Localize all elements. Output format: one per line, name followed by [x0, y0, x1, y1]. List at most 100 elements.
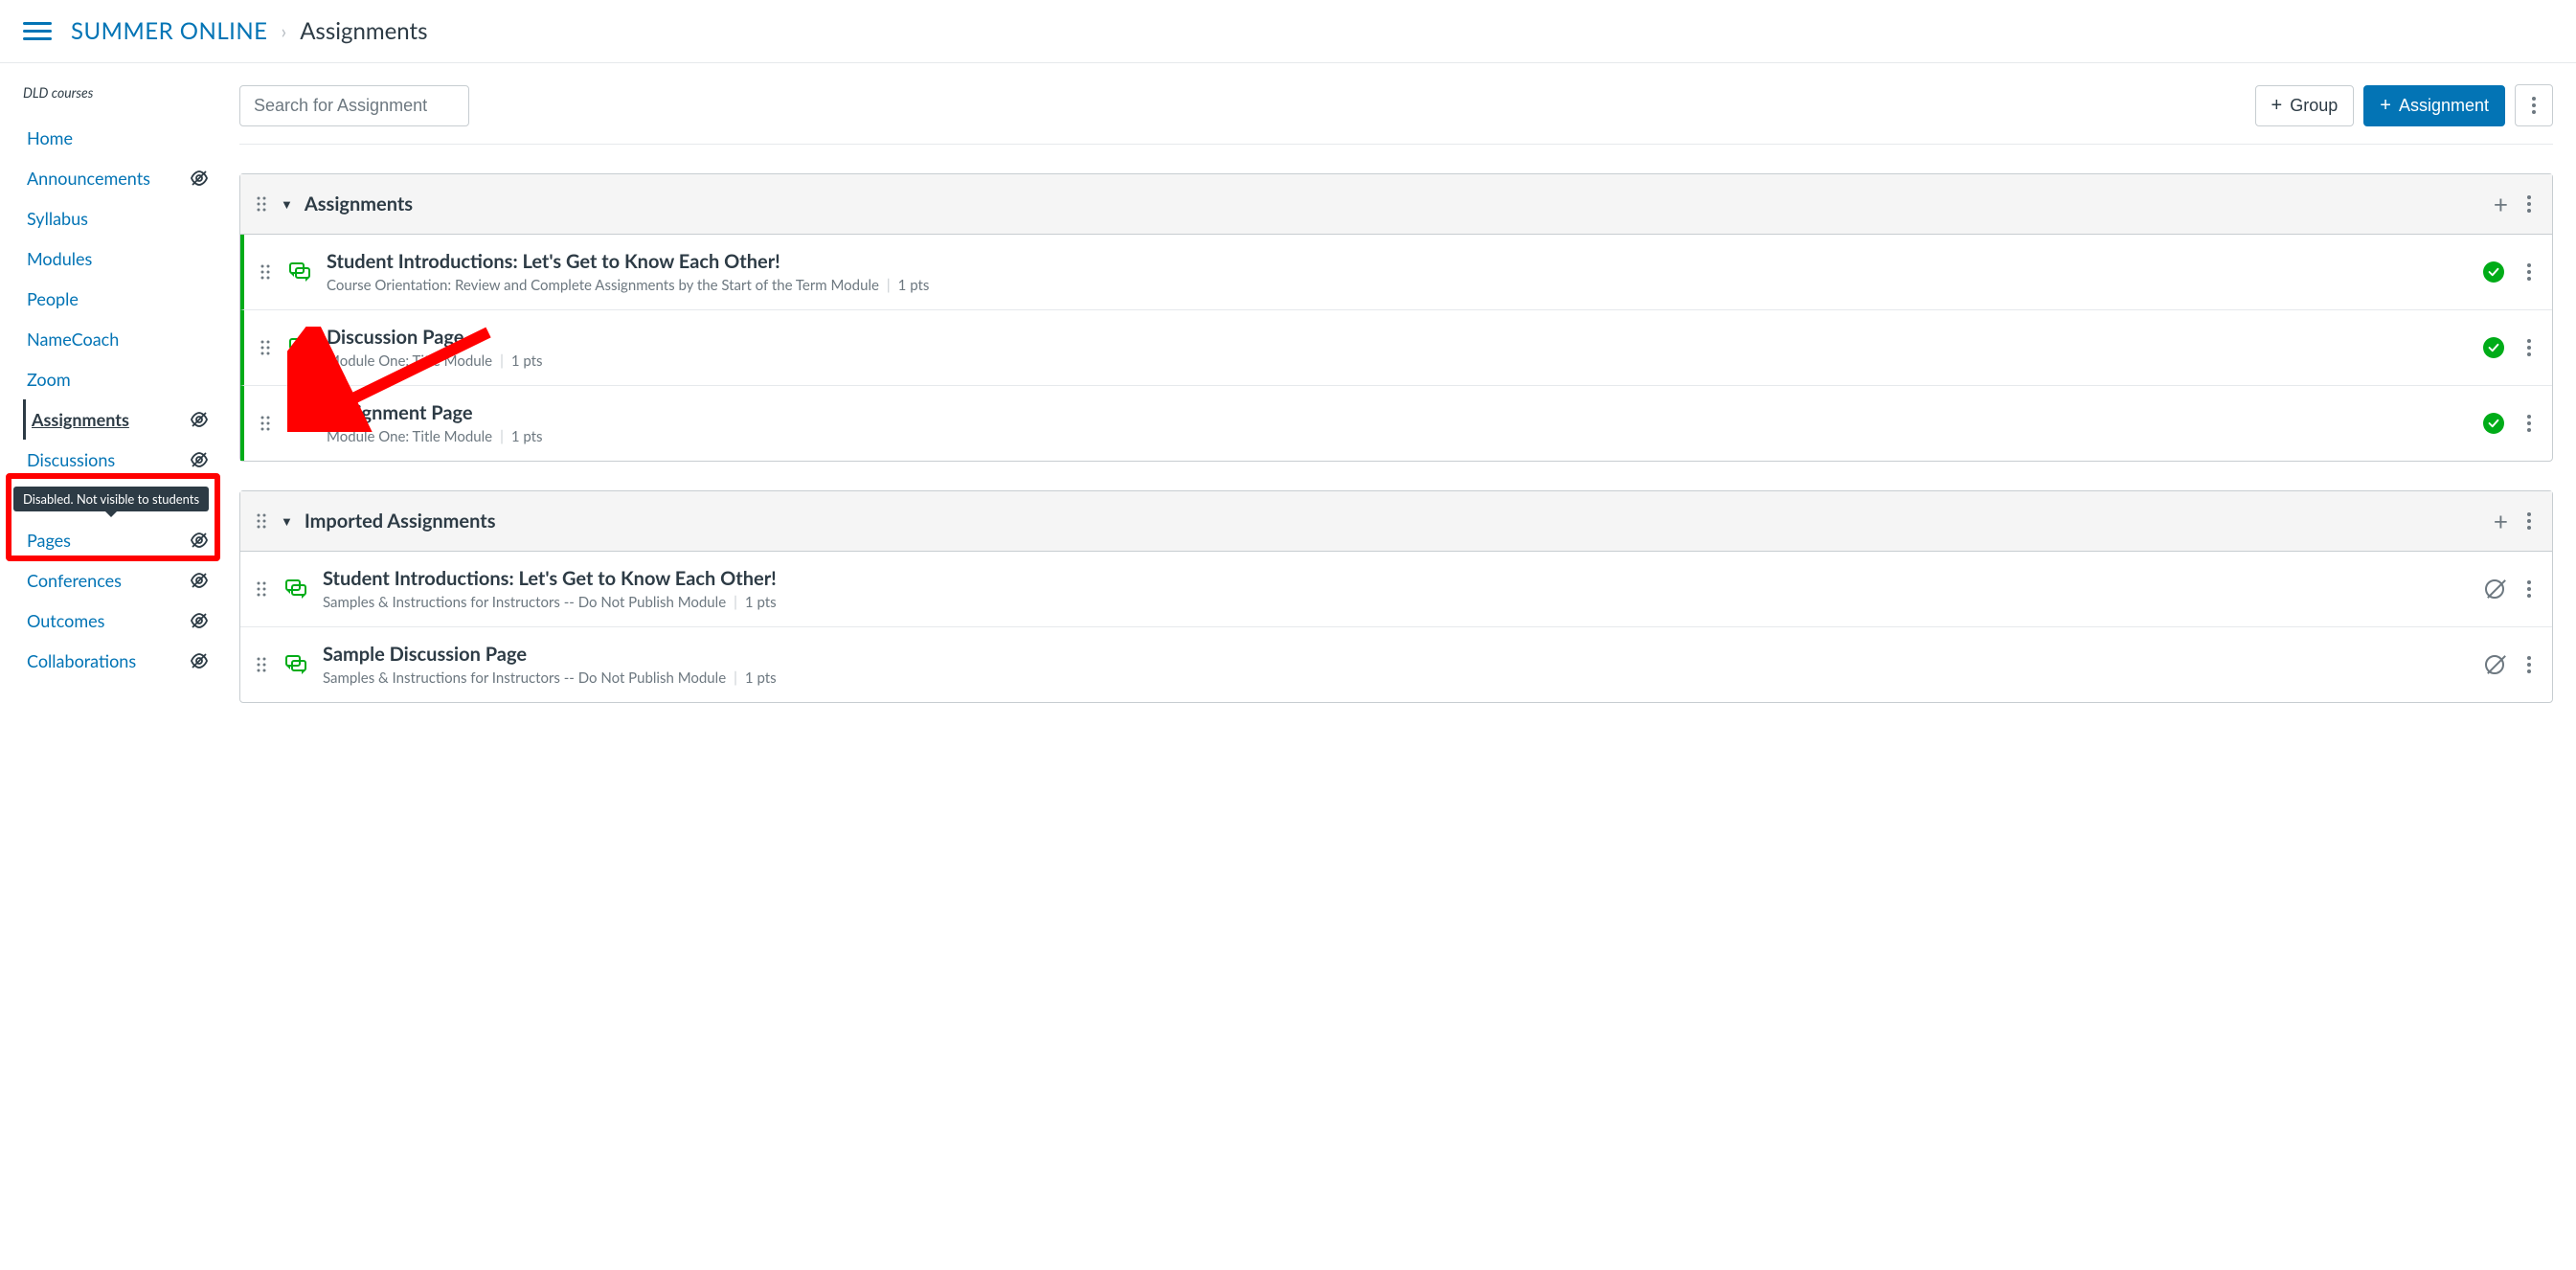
discussion-icon — [288, 336, 311, 359]
discussion-icon — [288, 261, 311, 283]
drag-handle-icon[interactable] — [258, 338, 273, 357]
published-icon[interactable] — [2483, 413, 2504, 434]
sidebar-item-link[interactable]: Conferences — [27, 570, 122, 591]
assignment-item[interactable]: Student Introductions: Let's Get to Know… — [240, 235, 2552, 310]
drag-handle-icon[interactable] — [254, 579, 269, 599]
search-input[interactable] — [239, 85, 469, 126]
item-points: 1 pts — [745, 669, 777, 687]
sidebar-item-home[interactable]: Home — [23, 118, 232, 158]
hidden-icon — [190, 450, 209, 469]
group-title: Imported Assignments — [305, 510, 496, 533]
item-title[interactable]: Student Introductions: Let's Get to Know… — [323, 567, 2470, 590]
sidebar-item-link[interactable]: NameCoach — [27, 329, 119, 350]
publish-toggle[interactable] — [2483, 261, 2504, 283]
sidebar-item-collaborations[interactable]: Collaborations — [23, 641, 232, 681]
assignment-item[interactable]: Student Introductions: Let's Get to Know… — [240, 552, 2552, 627]
item-title[interactable]: Discussion Page — [327, 326, 2468, 349]
add-assignment-button[interactable]: + Assignment — [2363, 85, 2505, 126]
item-module: Course Orientation: Review and Complete … — [327, 277, 879, 294]
add-item-button[interactable]: + — [2494, 509, 2508, 533]
hamburger-menu-button[interactable] — [23, 22, 52, 40]
hidden-icon — [190, 571, 209, 590]
sidebar-item-link[interactable]: Pages — [27, 530, 71, 551]
assignment-item[interactable]: Assignment PageModule One: Title Module|… — [240, 386, 2552, 461]
item-title[interactable]: Assignment Page — [327, 401, 2468, 424]
assignment-item[interactable]: Discussion Page Module One: Title Module|… — [240, 310, 2552, 386]
sidebar-item-link[interactable]: Discussions — [27, 449, 115, 470]
sidebar-item-syllabus[interactable]: Syllabus — [23, 198, 232, 238]
hidden-icon — [190, 531, 209, 550]
group-header[interactable]: ▼ Imported Assignments + — [240, 491, 2552, 552]
sidebar-item-pages[interactable]: Pages — [23, 520, 232, 560]
drag-handle-icon[interactable] — [254, 655, 269, 674]
add-assignment-label: Assignment — [2399, 96, 2489, 116]
kebab-icon — [2524, 91, 2543, 120]
publish-toggle[interactable] — [2483, 413, 2504, 434]
breadcrumb-course-link[interactable]: SUMMER ONLINE — [71, 17, 268, 45]
sidebar-heading: DLD courses — [23, 84, 232, 101]
item-body: Sample Discussion Page Samples & Instruct… — [323, 643, 2470, 687]
item-title[interactable]: Student Introductions: Let's Get to Know… — [327, 250, 2468, 273]
add-group-button[interactable]: + Group — [2255, 85, 2355, 126]
sidebar-item-link[interactable]: People — [27, 288, 79, 309]
item-options-button[interactable] — [2520, 650, 2539, 679]
drag-handle-icon[interactable] — [258, 262, 273, 282]
item-points: 1 pts — [745, 594, 777, 611]
item-module: Samples & Instructions for Instructors -… — [323, 594, 726, 611]
unpublished-icon[interactable] — [2485, 579, 2504, 599]
publish-toggle[interactable] — [2485, 655, 2504, 674]
item-meta: Samples & Instructions for Instructors -… — [323, 669, 2470, 687]
sidebar-item-link[interactable]: Modules — [27, 248, 92, 269]
course-nav-sidebar: DLD courses Home Announcements Syllabus Mod… — [0, 63, 239, 741]
item-options-button[interactable] — [2520, 575, 2539, 603]
sidebar-item-link[interactable]: Zoom — [27, 369, 71, 390]
toolbar-options-button[interactable] — [2515, 84, 2553, 126]
item-points: 1 pts — [511, 428, 543, 445]
item-options-button[interactable] — [2520, 333, 2539, 362]
publish-toggle[interactable] — [2483, 337, 2504, 358]
sidebar-item-link[interactable]: Syllabus — [27, 208, 88, 229]
item-meta: Module One: Title Module|1 pts — [327, 352, 2468, 370]
item-points: 1 pts — [898, 277, 930, 294]
plus-icon: + — [2271, 96, 2283, 115]
sidebar-item-announcements[interactable]: Announcements — [23, 158, 232, 198]
group-options-button[interactable] — [2520, 190, 2539, 218]
hidden-icon — [190, 611, 209, 630]
sidebar-item-discussions[interactable]: Discussions — [23, 440, 232, 480]
sidebar-item-conferences[interactable]: Conferences — [23, 560, 232, 601]
item-module: Module One: Title Module — [327, 428, 492, 445]
drag-handle-icon[interactable] — [258, 414, 273, 433]
hidden-icon — [190, 410, 209, 429]
unpublished-icon[interactable] — [2485, 655, 2504, 674]
sidebar-item-modules[interactable]: Modules — [23, 238, 232, 279]
published-icon[interactable] — [2483, 261, 2504, 283]
caret-down-icon[interactable]: ▼ — [281, 196, 293, 212]
sidebar-item-people[interactable]: People — [23, 279, 232, 319]
assignment-item[interactable]: Sample Discussion Page Samples & Instruct… — [240, 627, 2552, 702]
sidebar-item-link[interactable]: Collaborations — [27, 650, 136, 671]
sidebar-item-link[interactable]: Assignments — [32, 409, 129, 430]
hidden-icon — [190, 651, 209, 670]
item-options-button[interactable] — [2520, 409, 2539, 438]
sidebar-item-zoom[interactable]: Zoom — [23, 359, 232, 399]
sidebar-item-link[interactable]: Announcements — [27, 168, 150, 189]
sidebar-item-link[interactable]: Outcomes — [27, 610, 104, 631]
published-icon[interactable] — [2483, 337, 2504, 358]
add-group-label: Group — [2290, 96, 2338, 116]
group-header[interactable]: ▼Assignments+ — [240, 174, 2552, 235]
sidebar-item-namecoach[interactable]: NameCoach — [23, 319, 232, 359]
sidebar-item-link[interactable]: Home — [27, 127, 73, 148]
sidebar-item-outcomes[interactable]: Outcomes — [23, 601, 232, 641]
caret-down-icon[interactable]: ▼ — [281, 513, 293, 529]
publish-toggle[interactable] — [2485, 579, 2504, 599]
item-title[interactable]: Sample Discussion Page — [323, 643, 2470, 666]
chevron-right-icon: › — [282, 20, 287, 43]
drag-handle-icon[interactable] — [254, 511, 269, 531]
sidebar-item-assignments[interactable]: Assignments — [23, 399, 232, 440]
group-options-button[interactable] — [2520, 507, 2539, 535]
breadcrumb-current: Assignments — [300, 17, 427, 45]
item-module: Samples & Instructions for Instructors -… — [323, 669, 726, 687]
add-item-button[interactable]: + — [2494, 192, 2508, 216]
drag-handle-icon[interactable] — [254, 194, 269, 214]
item-options-button[interactable] — [2520, 258, 2539, 286]
